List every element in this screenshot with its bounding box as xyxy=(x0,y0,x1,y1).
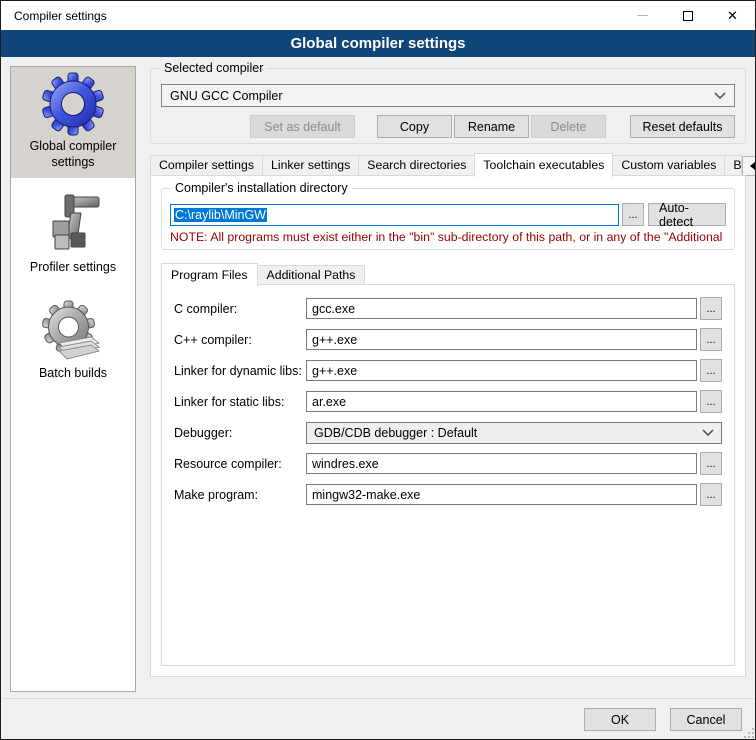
selected-compiler-group-label: Selected compiler xyxy=(160,61,267,75)
linker-dynamic-input[interactable] xyxy=(306,360,697,381)
dialog-body: Global compiler settings xyxy=(2,58,754,738)
sidebar-item-profiler-settings[interactable]: Profiler settings xyxy=(11,188,135,284)
installation-directory-input[interactable]: C:\raylib\MinGW xyxy=(170,204,619,226)
make-program-input[interactable] xyxy=(306,484,697,505)
subtab-additional-paths[interactable]: Additional Paths xyxy=(257,265,366,285)
gray-gear-stack-icon xyxy=(41,299,105,363)
title-bar[interactable]: Compiler settings ✕ xyxy=(1,1,755,30)
cpp-compiler-label: C++ compiler: xyxy=(174,333,306,347)
tab-toolchain-executables[interactable]: Toolchain executables xyxy=(474,153,613,177)
set-as-default-button[interactable]: Set as default xyxy=(250,115,355,138)
tab-custom-variables[interactable]: Custom variables xyxy=(612,155,725,176)
toolchain-subtab-strip: Program Files Additional Paths xyxy=(161,262,735,285)
minimize-button[interactable] xyxy=(620,1,665,30)
cpp-compiler-row: C++ compiler: ... xyxy=(174,324,722,355)
arrow-left-icon xyxy=(750,162,755,170)
resource-compiler-input[interactable] xyxy=(306,453,697,474)
chevron-down-icon xyxy=(702,429,714,437)
debugger-row: Debugger: GDB/CDB debugger : Default xyxy=(174,417,722,448)
banner-title: Global compiler settings xyxy=(290,35,465,52)
copy-button[interactable]: Copy xyxy=(377,115,452,138)
settings-category-list: Global compiler settings xyxy=(10,66,136,692)
c-compiler-row: C compiler: ... xyxy=(174,293,722,324)
program-files-panel: C compiler: ... C++ compiler: ... xyxy=(161,284,735,666)
bin-subdirectory-note: NOTE: All programs must exist either in … xyxy=(170,230,732,244)
auto-detect-button[interactable]: Auto-detect xyxy=(648,203,726,226)
resize-grip[interactable] xyxy=(743,727,754,738)
close-icon: ✕ xyxy=(727,9,738,22)
compiler-select[interactable]: GNU GCC Compiler xyxy=(161,84,735,107)
tab-compiler-settings[interactable]: Compiler settings xyxy=(150,155,263,176)
reset-defaults-button[interactable]: Reset defaults xyxy=(630,115,735,138)
maximize-button[interactable] xyxy=(665,1,710,30)
footer-buttons: OK Cancel xyxy=(584,708,742,731)
caliper-tool-icon xyxy=(41,193,105,257)
debugger-label: Debugger: xyxy=(174,426,306,440)
make-program-label: Make program: xyxy=(174,488,306,502)
compiler-buttons-row: Set as default Copy Rename Delete Reset … xyxy=(151,115,735,138)
installation-directory-group: Compiler's installation directory C:\ray… xyxy=(161,188,735,250)
linker-static-browse-button[interactable]: ... xyxy=(700,390,722,413)
compiler-select-value: GNU GCC Compiler xyxy=(170,89,283,103)
c-compiler-input[interactable] xyxy=(306,298,697,319)
footer-divider xyxy=(2,698,754,699)
sidebar-item-label: Batch builds xyxy=(39,366,107,382)
dialog-banner: Global compiler settings xyxy=(1,30,755,57)
cpp-compiler-browse-button[interactable]: ... xyxy=(700,328,722,351)
window-title: Compiler settings xyxy=(1,9,107,23)
tab-scroll-left-button[interactable] xyxy=(742,156,756,176)
sidebar-item-batch-builds[interactable]: Batch builds xyxy=(11,294,135,390)
resource-compiler-label: Resource compiler: xyxy=(174,457,306,471)
linker-static-input[interactable] xyxy=(306,391,697,412)
blue-gear-icon xyxy=(41,72,105,136)
tab-search-directories[interactable]: Search directories xyxy=(358,155,475,176)
make-program-browse-button[interactable]: ... xyxy=(700,483,722,506)
sidebar-item-label: Global compiler settings xyxy=(13,139,133,170)
installation-directory-value: C:\raylib\MinGW xyxy=(174,208,267,222)
c-compiler-browse-button[interactable]: ... xyxy=(700,297,722,320)
debugger-select-value: GDB/CDB debugger : Default xyxy=(314,426,477,440)
linker-static-label: Linker for static libs: xyxy=(174,395,306,409)
sidebar-item-label: Profiler settings xyxy=(30,260,116,276)
chevron-down-icon xyxy=(714,92,726,100)
make-program-row: Make program: ... xyxy=(174,479,722,510)
cpp-compiler-input[interactable] xyxy=(306,329,697,350)
selected-compiler-group: Selected compiler GNU GCC Compiler Set a… xyxy=(150,68,746,144)
rename-button[interactable]: Rename xyxy=(454,115,529,138)
installation-directory-group-label: Compiler's installation directory xyxy=(171,181,352,195)
c-compiler-label: C compiler: xyxy=(174,302,306,316)
debugger-select[interactable]: GDB/CDB debugger : Default xyxy=(306,422,722,444)
tab-linker-settings[interactable]: Linker settings xyxy=(262,155,359,176)
maximize-icon xyxy=(683,11,693,21)
tab-build-options[interactable]: Build xyxy=(724,155,742,176)
linker-static-row: Linker for static libs: ... xyxy=(174,386,722,417)
installation-directory-row: C:\raylib\MinGW ... Auto-detect xyxy=(170,203,726,226)
toolchain-executables-page: Compiler's installation directory C:\ray… xyxy=(150,175,746,677)
compiler-settings-dialog: Compiler settings ✕ Global compiler sett… xyxy=(0,0,756,740)
resource-compiler-browse-button[interactable]: ... xyxy=(700,452,722,475)
cancel-button[interactable]: Cancel xyxy=(670,708,742,731)
subtab-program-files[interactable]: Program Files xyxy=(161,263,258,286)
main-panel: Selected compiler GNU GCC Compiler Set a… xyxy=(150,58,746,738)
close-button[interactable]: ✕ xyxy=(710,1,755,30)
minimize-icon xyxy=(637,15,648,16)
caption-buttons: ✕ xyxy=(620,1,755,30)
delete-button[interactable]: Delete xyxy=(531,115,606,138)
ok-button[interactable]: OK xyxy=(584,708,656,731)
linker-dynamic-row: Linker for dynamic libs: ... xyxy=(174,355,722,386)
browse-directory-button[interactable]: ... xyxy=(622,203,644,226)
linker-dynamic-browse-button[interactable]: ... xyxy=(700,359,722,382)
linker-dynamic-label: Linker for dynamic libs: xyxy=(174,364,306,378)
tab-scrollers xyxy=(741,155,756,176)
resource-compiler-row: Resource compiler: ... xyxy=(174,448,722,479)
settings-tab-strip: Compiler settings Linker settings Search… xyxy=(150,152,746,176)
sidebar-item-global-compiler-settings[interactable]: Global compiler settings xyxy=(11,67,135,178)
